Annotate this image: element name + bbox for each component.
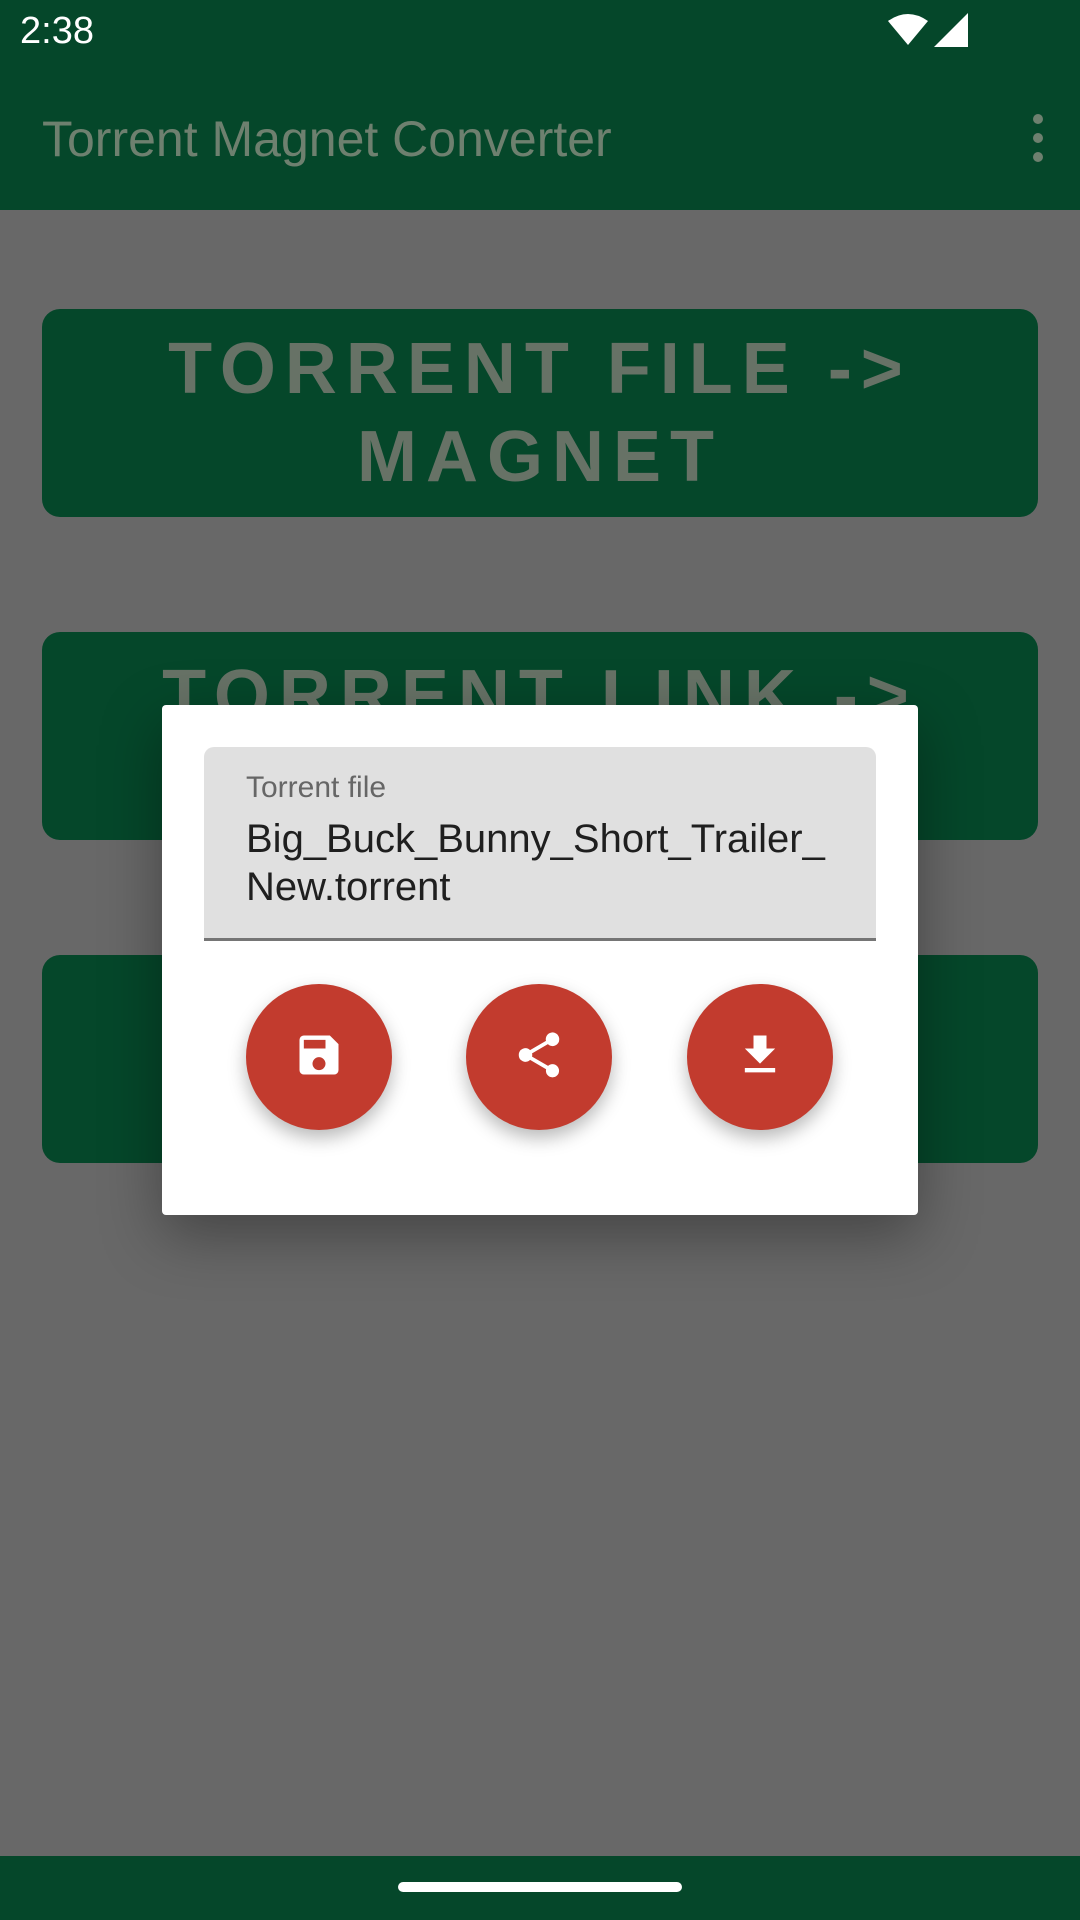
status-time: 2:38 bbox=[20, 10, 94, 52]
torrent-file-field[interactable]: Torrent file Big_Buck_Bunny_Short_Traile… bbox=[204, 747, 876, 941]
torrent-file-field-label: Torrent file bbox=[246, 771, 387, 804]
download-icon bbox=[734, 1029, 786, 1085]
share-button[interactable] bbox=[466, 984, 612, 1130]
screen: 2:38 Torrent Magnet Converter TORRENT FI… bbox=[0, 0, 1080, 1920]
result-dialog: Torrent file Big_Buck_Bunny_Short_Traile… bbox=[162, 705, 918, 1215]
navigation-bar bbox=[0, 1856, 1080, 1920]
download-button[interactable] bbox=[687, 984, 833, 1130]
more-vert-icon[interactable] bbox=[1018, 110, 1058, 166]
status-icons bbox=[888, 13, 968, 51]
torrent-file-field-value[interactable]: Big_Buck_Bunny_Short_Trailer_New.torrent bbox=[246, 815, 846, 911]
save-button[interactable] bbox=[246, 984, 392, 1130]
status-bar: 2:38 bbox=[0, 0, 1080, 64]
share-icon bbox=[512, 1028, 566, 1086]
torrent-file-to-magnet-label: TORRENT FILE -> MAGNET bbox=[168, 329, 912, 497]
cell-signal-icon bbox=[934, 13, 968, 51]
home-gesture-handle[interactable] bbox=[398, 1882, 682, 1892]
torrent-file-to-magnet-button[interactable]: TORRENT FILE -> MAGNET bbox=[42, 309, 1038, 517]
app-bar: Torrent Magnet Converter bbox=[0, 64, 1080, 210]
wifi-icon bbox=[888, 13, 928, 51]
save-icon bbox=[293, 1029, 345, 1085]
app-title: Torrent Magnet Converter bbox=[42, 111, 612, 167]
